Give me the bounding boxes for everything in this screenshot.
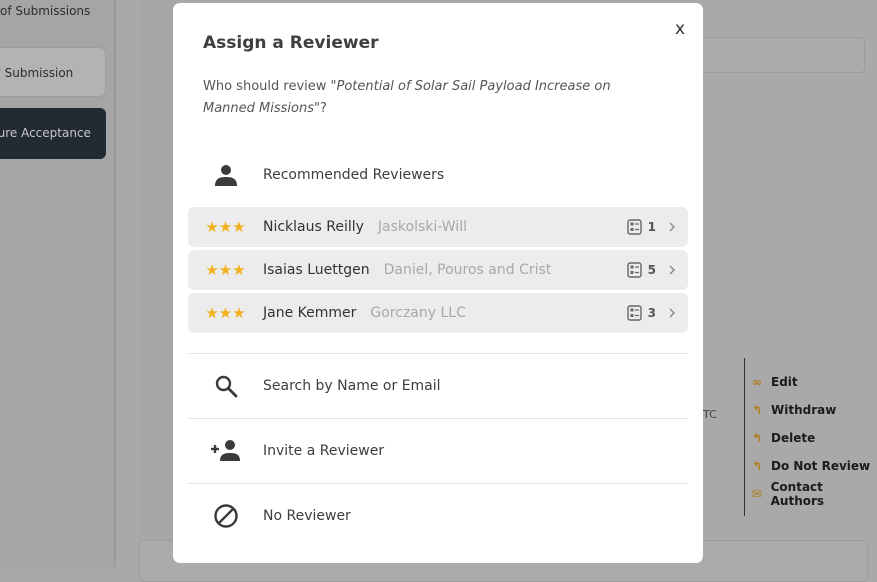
reviewer-organization: Gorczany LLC	[370, 305, 466, 321]
search-icon	[188, 374, 263, 398]
reviewer-name: Nicklaus Reilly	[263, 219, 364, 235]
chevron-right-icon	[668, 221, 676, 233]
reviewer-row[interactable]: ★★★ Nicklaus Reilly Jaskolski-Will 1	[188, 207, 688, 247]
checklist-icon	[626, 305, 642, 321]
rating-stars: ★★★	[205, 304, 246, 322]
action-delete[interactable]: ↰ Delete	[751, 424, 877, 452]
modal-title: Assign a Reviewer	[203, 33, 379, 53]
rating-stars: ★★★	[205, 261, 246, 279]
withdraw-icon: ↰	[751, 403, 763, 417]
partial-text: TC	[703, 408, 717, 421]
invite-reviewer-option[interactable]: Invite a Reviewer	[188, 419, 688, 483]
assign-reviewer-modal: x Assign a Reviewer Who should review "P…	[173, 3, 703, 563]
no-reviewer-option[interactable]: No Reviewer	[188, 484, 688, 548]
reviewer-row[interactable]: ★★★ Jane Kemmer Gorczany LLC 3	[188, 293, 688, 333]
background-search-bar[interactable]	[690, 37, 865, 73]
action-do-not-review[interactable]: ↰ Do Not Review	[751, 452, 877, 480]
add-person-icon	[188, 439, 263, 463]
checklist-icon	[626, 262, 642, 278]
close-button[interactable]: x	[673, 19, 687, 39]
recommended-reviewers-header: Recommended Reviewers	[188, 153, 688, 197]
review-count: 3	[626, 305, 656, 321]
person-icon	[188, 163, 263, 187]
mail-icon: ✉	[751, 487, 762, 501]
recommended-reviewers-label: Recommended Reviewers	[263, 167, 445, 183]
invite-option-label: Invite a Reviewer	[263, 443, 385, 459]
new-submission-button[interactable]: w Submission	[0, 47, 106, 97]
delete-icon: ↰	[751, 431, 763, 445]
configure-acceptance-button[interactable]: gure Acceptance	[0, 108, 106, 159]
review-count: 1	[626, 219, 656, 235]
no-reviewer-option-label: No Reviewer	[263, 508, 351, 524]
review-count: 5	[626, 262, 656, 278]
submission-actions: ∞ Edit ↰ Withdraw ↰ Delete ↰ Do Not Review ✉…	[744, 358, 877, 516]
reviewer-organization: Jaskolski-Will	[377, 219, 467, 235]
search-option-label: Search by Name or Email	[263, 378, 441, 394]
review-question: Who should review "Potential of Solar Sa…	[203, 79, 611, 116]
link-icon: ∞	[752, 375, 762, 389]
chevron-right-icon	[668, 264, 676, 276]
do-not-review-icon: ↰	[751, 459, 763, 473]
checklist-icon	[626, 219, 642, 235]
chevron-right-icon	[668, 307, 676, 319]
rating-stars: ★★★	[205, 218, 246, 236]
search-reviewer-option[interactable]: Search by Name or Email	[188, 354, 688, 418]
breadcrumb: of Submissions	[0, 4, 91, 18]
action-edit[interactable]: ∞ Edit	[751, 368, 877, 396]
block-icon	[188, 503, 263, 529]
reviewer-row[interactable]: ★★★ Isaias Luettgen Daniel, Pouros and C…	[188, 250, 688, 290]
reviewer-name: Isaias Luettgen	[263, 262, 370, 278]
reviewer-organization: Daniel, Pouros and Crist	[383, 262, 552, 278]
action-withdraw[interactable]: ↰ Withdraw	[751, 396, 877, 424]
action-contact-authors[interactable]: ✉ Contact Authors	[751, 480, 877, 508]
reviewer-name: Jane Kemmer	[263, 305, 357, 321]
